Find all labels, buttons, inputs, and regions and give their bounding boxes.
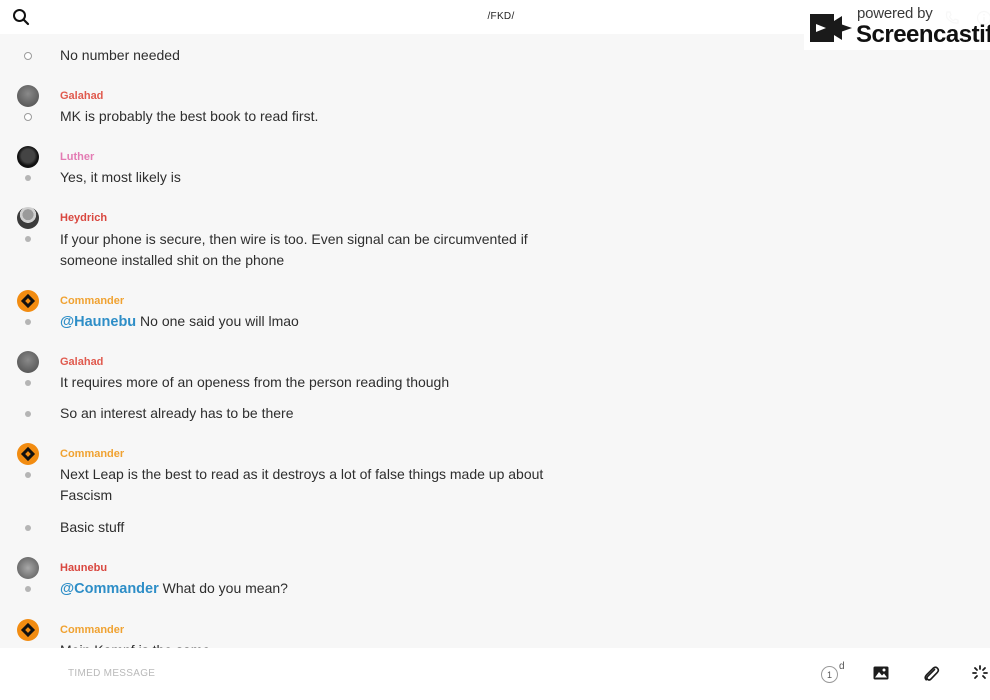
message-text: If your phone is secure, then wire is to… [60, 231, 528, 268]
message-text: MK is probably the best book to read fir… [60, 108, 319, 124]
message-dot-icon [25, 472, 31, 478]
message-text: @Haunebu No one said you will lmao [60, 311, 570, 333]
message-text-content: What do you mean? [158, 580, 288, 596]
author-name[interactable]: Commander [60, 624, 124, 636]
author-name[interactable]: Haunebu [60, 562, 107, 574]
timer-clock-icon [24, 113, 32, 121]
timer-unit: d [839, 661, 845, 672]
message-composer: TIMED MESSAGE 1 d [0, 648, 990, 700]
avatar[interactable] [17, 85, 39, 107]
mention-link[interactable]: @Commander [60, 581, 159, 597]
image-icon[interactable] [873, 666, 889, 680]
author-name[interactable]: Heydrich [60, 212, 107, 224]
avatar[interactable] [17, 619, 39, 641]
author-name[interactable]: Luther [60, 151, 94, 163]
author-name[interactable]: Commander [60, 295, 124, 307]
author-name[interactable]: Commander [60, 448, 124, 460]
message-text: No number needed [60, 47, 180, 63]
message-text: So an interest already has to be there [60, 405, 294, 421]
message-text: Next Leap is the best to read as it dest… [60, 466, 544, 503]
avatar[interactable] [17, 443, 39, 465]
author-name[interactable]: Galahad [60, 90, 103, 102]
message-input[interactable]: TIMED MESSAGE [68, 668, 155, 679]
message-text: @Commander What do you mean? [60, 578, 570, 600]
message-dot-icon [25, 380, 31, 386]
timer-button[interactable]: 1 d [821, 661, 847, 685]
author-name[interactable]: Galahad [60, 356, 103, 368]
message-dot-icon [25, 525, 31, 531]
message-text: Basic stuff [60, 519, 125, 535]
message-dot-icon [25, 586, 31, 592]
watermark-powered-text: powered by [857, 5, 933, 22]
message-dot-icon [25, 236, 31, 242]
timer-value: 1 [821, 666, 838, 683]
avatar[interactable] [17, 557, 39, 579]
loading-spinner-icon [972, 665, 988, 679]
message-dot-icon [25, 411, 31, 417]
paperclip-icon[interactable] [922, 664, 940, 682]
avatar[interactable] [17, 207, 39, 229]
avatar[interactable] [17, 290, 39, 312]
mention-link[interactable]: @Haunebu [60, 314, 136, 330]
message-dot-icon [25, 175, 31, 181]
message-text-content: No one said you will lmao [136, 313, 299, 329]
message-text: Mein Kampf is the same [60, 640, 570, 648]
avatar[interactable] [17, 351, 39, 373]
message-dot-icon [25, 319, 31, 325]
message-text: It requires more of an openess from the … [60, 374, 450, 390]
avatar[interactable] [17, 146, 39, 168]
message-feed[interactable]: No number needed Galahad MK is probably … [0, 34, 990, 648]
message-text: Yes, it most likely is [60, 169, 181, 185]
timer-clock-icon [24, 52, 32, 60]
